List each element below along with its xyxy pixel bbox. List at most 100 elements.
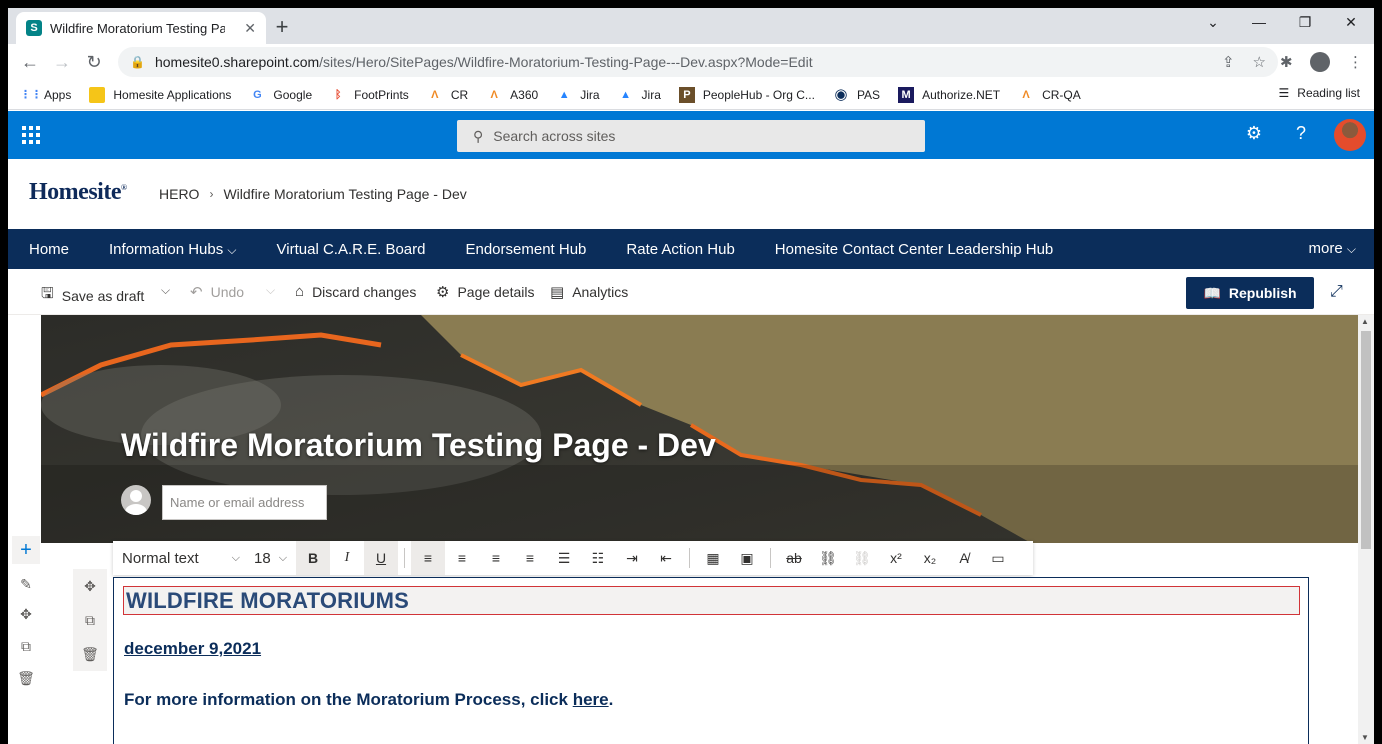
undo-options-chevron-icon[interactable]: ⌵ [266, 283, 275, 298]
scroll-up-icon[interactable]: ▲ [1361, 317, 1369, 326]
bookmark-jira-2[interactable]: ▲ Jira [618, 87, 661, 103]
bookmark-peoplehub[interactable]: P PeopleHub - Org C... [678, 86, 815, 103]
bookmark-apps[interactable]: ⋮⋮ Apps [20, 87, 71, 103]
nav-more[interactable]: more ⌵ [1309, 240, 1356, 257]
bookmark-a360[interactable]: Λ A360 [486, 87, 538, 103]
link-icon[interactable]: ⛓ [811, 541, 845, 575]
tab-search-icon[interactable]: ⌄ [1198, 14, 1228, 31]
settings-gear-icon[interactable]: ⚙ [1242, 123, 1266, 144]
browser-tab[interactable]: S Wildfire Moratorium Testing Page ✕ [16, 12, 266, 44]
unlink-icon[interactable]: ⛓ [845, 541, 879, 575]
restore-button[interactable]: ❐ [1290, 14, 1320, 31]
nav-rate-action-hub[interactable]: Rate Action Hub [626, 241, 734, 258]
underline-button[interactable]: U [364, 541, 398, 575]
republish-button[interactable]: 📖 Republish [1186, 277, 1314, 309]
save-options-chevron-icon[interactable]: ⌵ [161, 283, 170, 298]
close-tab-icon[interactable]: ✕ [244, 20, 256, 37]
nav-information-hubs[interactable]: Information Hubs ⌵ [109, 241, 237, 258]
bookmark-star-icon[interactable]: ☆ [1253, 53, 1266, 71]
bookmark-pas[interactable]: ◉ PAS [833, 86, 880, 103]
url-text[interactable]: homesite0.sharepoint.com/sites/Hero/Site… [155, 54, 813, 70]
nav-contact-center-leadership-hub[interactable]: Homesite Contact Center Leadership Hub [775, 241, 1053, 258]
move-webpart-icon[interactable]: ✥ [73, 569, 107, 603]
nav-virtual-care-board[interactable]: Virtual C.A.R.E. Board [277, 241, 426, 258]
bold-button[interactable]: B [296, 541, 330, 575]
address-bar[interactable]: 🔒 homesite0.sharepoint.com/sites/Hero/Si… [118, 47, 1278, 77]
add-section-icon[interactable]: + [12, 536, 40, 564]
bookmark-homesite-applications[interactable]: Homesite Applications [89, 86, 231, 103]
browser-menu-icon[interactable]: ⋮ [1348, 53, 1363, 71]
font-size-dropdown[interactable]: 18 ⌵ [246, 550, 296, 567]
outdent-button[interactable]: ⇤ [649, 541, 683, 575]
subscript-button[interactable]: x₂ [913, 541, 947, 575]
reload-icon[interactable]: ↻ [82, 50, 106, 74]
insert-table-icon[interactable]: ▦ [696, 541, 730, 575]
more-formatting-icon[interactable]: ▭ [981, 541, 1015, 575]
bullet-list-button[interactable]: ☰ [547, 541, 581, 575]
close-window-button[interactable]: ✕ [1336, 14, 1366, 31]
bookmark-authorize-net[interactable]: M Authorize.NET [898, 86, 1000, 103]
numbered-list-button[interactable]: ☷ [581, 541, 615, 575]
indent-button[interactable]: ⇥ [615, 541, 649, 575]
content-heading[interactable]: WILDFIRE MORATORIUMS [124, 587, 1299, 614]
analytics-button[interactable]: ▤ Analytics [550, 283, 628, 301]
expand-icon[interactable]: ⤢ [1330, 283, 1343, 301]
discard-changes-button[interactable]: ⌂ Discard changes [295, 283, 416, 300]
nav-endorsement-hub[interactable]: Endorsement Hub [465, 241, 586, 258]
bookmark-footprints[interactable]: ᛒ FootPrints [330, 87, 409, 103]
align-right-button[interactable]: ≡ [479, 541, 513, 575]
hero-banner[interactable]: Wildfire Moratorium Testing Page - Dev [41, 315, 1358, 543]
user-avatar[interactable] [1334, 119, 1366, 151]
back-icon[interactable]: ← [18, 50, 42, 74]
page-details-button[interactable]: ⚙ Page details [436, 283, 535, 301]
minimize-button[interactable]: — [1244, 14, 1274, 30]
clear-formatting-icon[interactable]: A̸ [947, 541, 981, 575]
strikethrough-button[interactable]: ab [777, 541, 811, 575]
breadcrumb-hero[interactable]: HERO [159, 186, 199, 202]
page-title[interactable]: Wildfire Moratorium Testing Page - Dev [121, 427, 716, 464]
lock-icon[interactable]: 🔒 [130, 55, 145, 69]
bookmark-cr[interactable]: Λ CR [427, 87, 468, 103]
search-input[interactable] [493, 128, 894, 144]
author-input[interactable] [162, 485, 327, 520]
bookmark-jira-1[interactable]: ▲ Jira [556, 87, 600, 103]
edit-section-icon[interactable]: ✎ [12, 570, 40, 598]
save-draft-button[interactable]: 🖫 Save as draft [41, 283, 144, 308]
bookmark-google[interactable]: G Google [249, 87, 312, 103]
delete-section-icon[interactable]: 🗑 [12, 664, 40, 692]
justify-button[interactable]: ≡ [513, 541, 547, 575]
content-date[interactable]: december 9,2021 [124, 639, 261, 659]
italic-button[interactable]: I [330, 541, 364, 575]
here-link[interactable]: here [573, 690, 609, 709]
scroll-down-icon[interactable]: ▼ [1361, 733, 1369, 742]
align-center-button[interactable]: ≡ [445, 541, 479, 575]
browser-profile-icon[interactable] [1310, 52, 1330, 72]
new-tab-button[interactable]: + [268, 14, 296, 40]
bookmark-cr-qa[interactable]: Λ CR-QA [1018, 87, 1080, 103]
text-style-dropdown[interactable]: Normal text ⌵ [113, 550, 246, 567]
cr-qa-icon: Λ [1022, 88, 1030, 101]
duplicate-section-icon[interactable]: ⧉ [12, 632, 40, 660]
extensions-icon[interactable]: ✱ [1280, 53, 1293, 71]
share-icon[interactable]: ⇪ [1222, 53, 1235, 71]
nav-home[interactable]: Home [29, 241, 69, 258]
insert-image-icon[interactable]: ▣ [730, 541, 764, 575]
breadcrumb-current[interactable]: Wildfire Moratorium Testing Page - Dev [223, 186, 466, 202]
site-search-box[interactable]: ⚲ [457, 120, 925, 152]
scroll-thumb[interactable] [1361, 331, 1371, 549]
heading-block[interactable]: WILDFIRE MORATORIUMS [123, 586, 1300, 615]
site-logo[interactable]: Homesite® [29, 179, 127, 206]
forward-icon[interactable]: → [50, 50, 74, 74]
page-scrollbar[interactable]: ▲ ▼ [1358, 315, 1374, 744]
app-launcher-icon[interactable] [22, 126, 40, 144]
align-left-button[interactable]: ≡ [411, 541, 445, 575]
reading-list[interactable]: ☰ Reading list [1279, 86, 1360, 100]
help-icon[interactable]: ? [1289, 123, 1313, 144]
text-webpart[interactable]: WILDFIRE MORATORIUMS december 9,2021 For… [113, 577, 1309, 744]
move-section-icon[interactable]: ✥ [12, 600, 40, 628]
superscript-button[interactable]: x² [879, 541, 913, 575]
delete-webpart-icon[interactable]: 🗑 [73, 637, 107, 671]
info-paragraph[interactable]: For more information on the Moratorium P… [124, 690, 613, 710]
undo-button[interactable]: ↶ Undo [190, 283, 244, 301]
duplicate-webpart-icon[interactable]: ⧉ [73, 603, 107, 637]
